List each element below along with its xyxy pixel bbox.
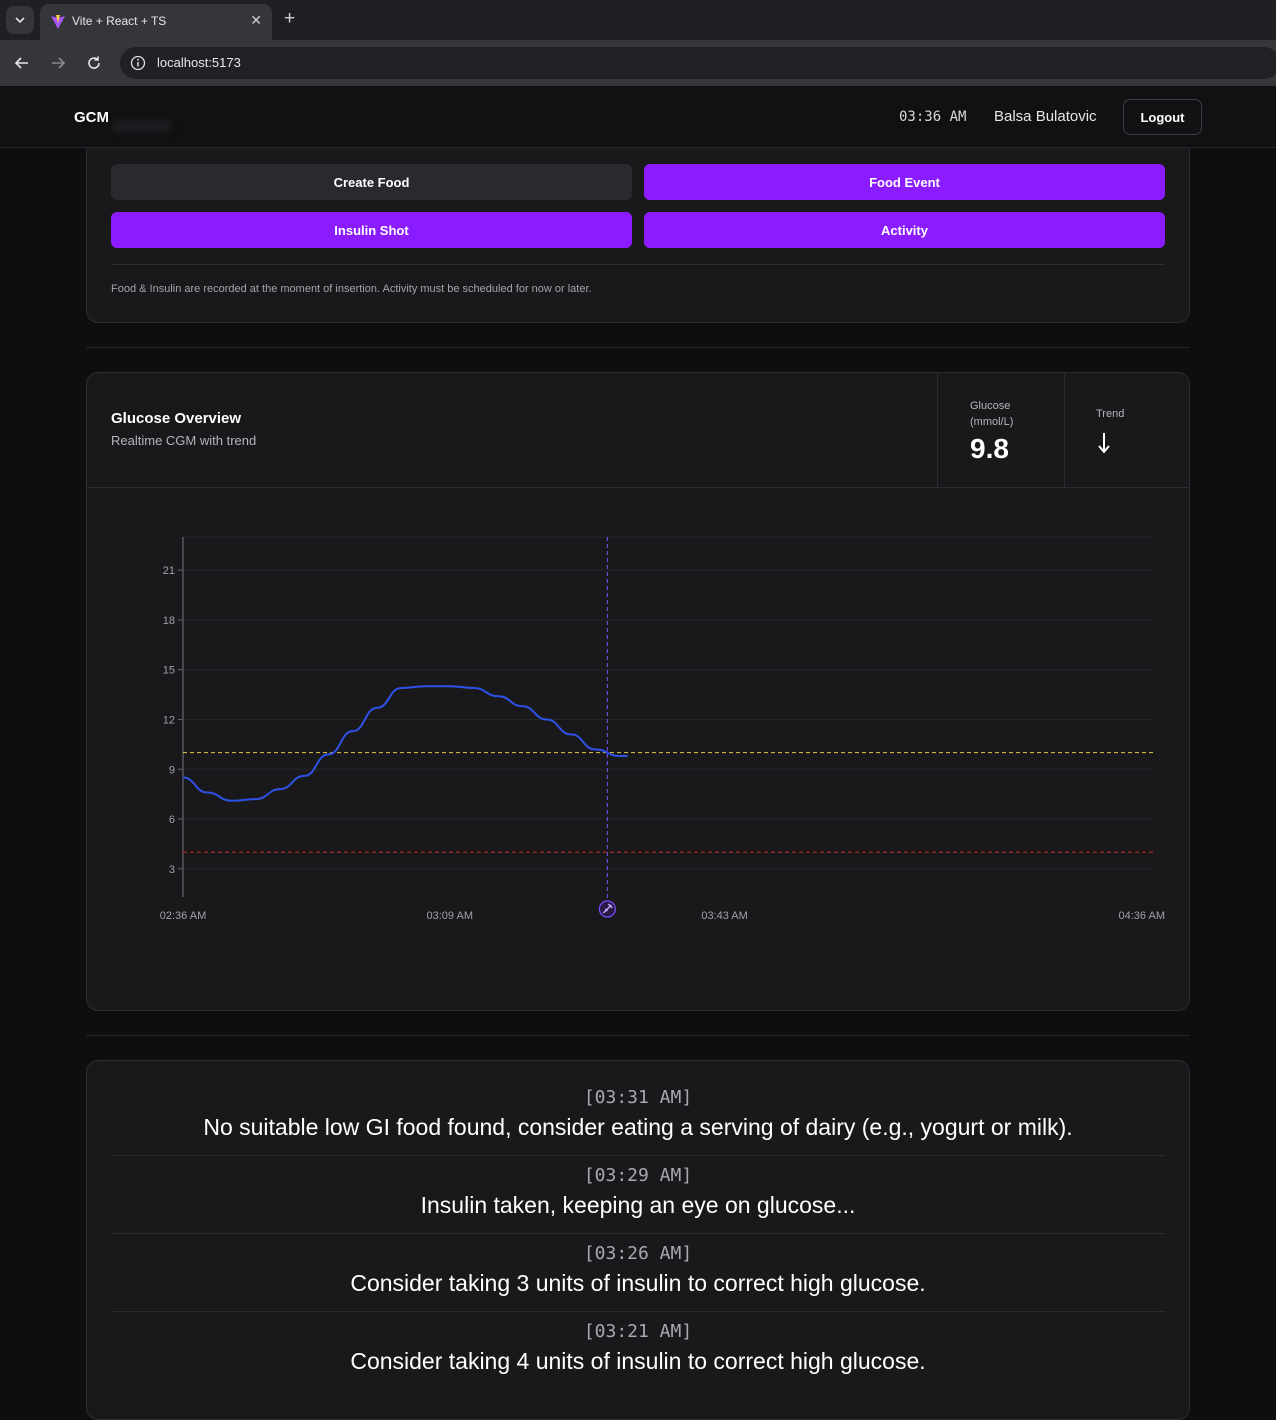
log-time: [03:31 AM] <box>583 1087 693 1108</box>
tab-search-button[interactable] <box>6 6 34 34</box>
create-food-button[interactable]: Create Food <box>111 164 632 200</box>
y-tick-label: 18 <box>163 615 175 627</box>
glucose-label-line1: Glucose <box>970 400 1011 412</box>
glucose-overview-title: Glucose Overview <box>111 410 242 427</box>
app-header: GCM 03:36 AM Balsa Bulatovic Logout <box>0 87 1276 148</box>
divider <box>111 264 1165 265</box>
log-message: Consider taking 4 units of insulin to co… <box>350 1348 926 1374</box>
x-tick-label: 03:09 AM <box>427 910 473 922</box>
y-tick-label: 15 <box>163 665 175 677</box>
advice-log-card: [03:31 AM] No suitable low GI food found… <box>86 1060 1190 1420</box>
brand-logo[interactable]: GCM <box>74 109 109 126</box>
browser-tab[interactable]: Vite + React + TS ✕ <box>40 4 272 40</box>
glucose-overview-card: Glucose Overview Realtime CGM with trend… <box>86 372 1190 1011</box>
y-tick-label: 12 <box>163 714 175 726</box>
section-divider <box>86 1035 1190 1036</box>
log-time: [03:21 AM] <box>583 1321 693 1342</box>
y-tick-label: 3 <box>169 864 175 876</box>
vite-logo-icon <box>51 15 65 29</box>
glucose-stat: Glucose (mmol/L) 9.8 <box>937 373 1064 488</box>
back-arrow-icon[interactable] <box>12 53 32 73</box>
address-bar[interactable]: localhost:5173 <box>120 47 1276 79</box>
log-message: Consider taking 3 units of insulin to co… <box>350 1270 926 1296</box>
forward-arrow-icon[interactable] <box>48 53 68 73</box>
arrow-down-icon <box>1098 433 1110 454</box>
url-text: localhost:5173 <box>157 55 241 70</box>
blurred-nav <box>112 119 172 133</box>
y-tick-label: 6 <box>169 814 175 826</box>
glucose-series-line <box>182 685 628 802</box>
log-divider <box>111 1233 1165 1234</box>
x-tick-label: 03:43 AM <box>701 910 747 922</box>
log-time: [03:26 AM] <box>583 1243 693 1264</box>
log-entry: [03:21 AM] Consider taking 4 units of in… <box>111 1319 1165 1377</box>
glucose-value: 9.8 <box>970 433 1009 464</box>
browser-toolbar: localhost:5173 <box>0 40 1276 86</box>
quick-actions-card: Create Food Food Event Insulin Shot Acti… <box>86 120 1190 323</box>
new-tab-icon[interactable]: + <box>284 9 295 29</box>
x-tick-label: 04:36 AM <box>1119 910 1165 922</box>
trend-label: Trend <box>1096 408 1125 420</box>
close-tab-icon[interactable]: ✕ <box>250 12 262 29</box>
actions-note: Food & Insulin are recorded at the momen… <box>111 283 592 295</box>
glucose-label-line2: (mmol/L) <box>970 416 1014 428</box>
section-divider <box>86 347 1190 348</box>
log-entry: [03:31 AM] No suitable low GI food found… <box>111 1085 1165 1143</box>
food-event-button[interactable]: Food Event <box>644 164 1165 200</box>
user-name: Balsa Bulatovic <box>994 108 1097 125</box>
insulin-shot-button[interactable]: Insulin Shot <box>111 212 632 248</box>
y-tick-label: 9 <box>169 764 175 776</box>
y-tick-label: 21 <box>163 565 175 577</box>
site-info-icon[interactable] <box>130 55 146 71</box>
log-message: Insulin taken, keeping an eye on glucose… <box>420 1192 856 1218</box>
logout-button[interactable]: Logout <box>1123 99 1202 135</box>
log-time: [03:29 AM] <box>583 1165 693 1186</box>
log-entry: [03:26 AM] Consider taking 3 units of in… <box>111 1241 1165 1299</box>
browser-tab-bar: Vite + React + TS ✕ + <box>0 0 1276 40</box>
glucose-label: Glucose (mmol/L) <box>970 398 1013 430</box>
x-tick-label: 02:36 AM <box>160 910 206 922</box>
reload-icon[interactable] <box>84 53 104 73</box>
log-message: No suitable low GI food found, consider … <box>203 1114 1073 1140</box>
trend-stat: Trend <box>1064 373 1189 488</box>
log-entry: [03:29 AM] Insulin taken, keeping an eye… <box>111 1163 1165 1221</box>
chevron-down-icon <box>15 17 25 24</box>
syringe-icon[interactable] <box>598 900 616 918</box>
activity-button[interactable]: Activity <box>644 212 1165 248</box>
glucose-card-header: Glucose Overview Realtime CGM with trend… <box>87 373 1189 488</box>
tab-title: Vite + React + TS <box>72 14 167 28</box>
log-divider <box>111 1155 1165 1156</box>
log-divider <box>111 1311 1165 1312</box>
glucose-overview-subtitle: Realtime CGM with trend <box>111 433 257 448</box>
glucose-chart: 3 6 9 12 15 18 21 02:36 AM 03:09 AM 03:43 AM 04:36… <box>160 536 1165 922</box>
current-time: 03:36 AM <box>899 109 967 125</box>
